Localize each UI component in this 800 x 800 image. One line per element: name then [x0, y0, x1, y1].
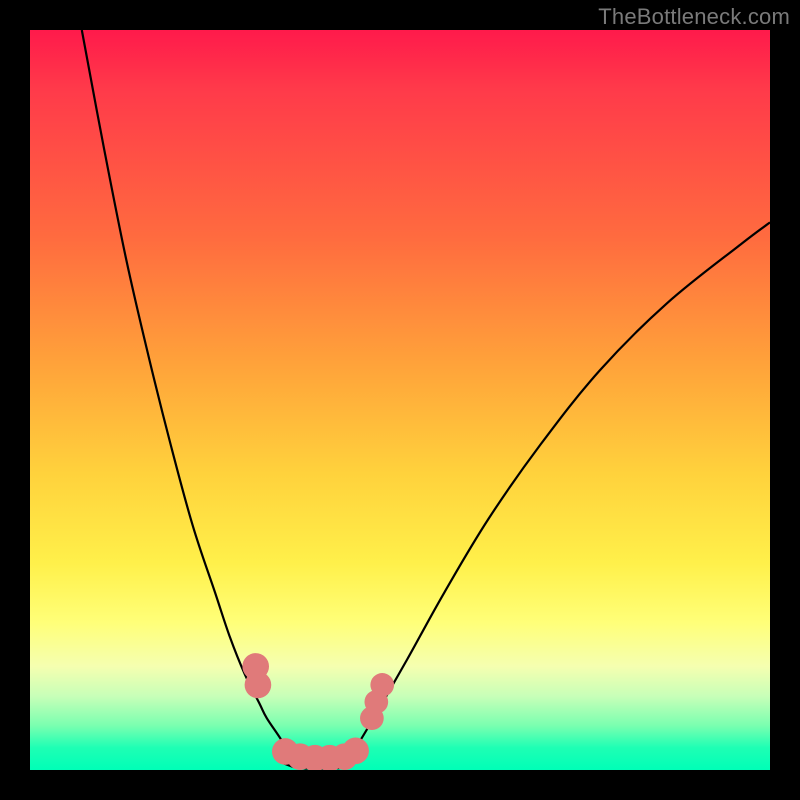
chart-svg [30, 30, 770, 770]
attribution-text: TheBottleneck.com [598, 4, 790, 30]
valley-marker [370, 673, 394, 697]
plot-area [30, 30, 770, 770]
valley-marker [342, 737, 369, 764]
curve-left-curve [82, 30, 297, 766]
curve-right-curve [341, 222, 770, 766]
valley-marker [245, 672, 272, 699]
chart-stage: TheBottleneck.com [0, 0, 800, 800]
